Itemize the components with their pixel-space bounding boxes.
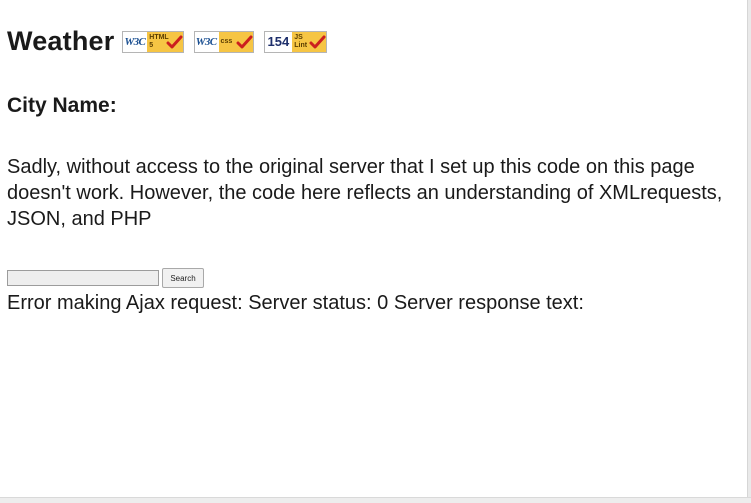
city-name-heading: City Name: — [7, 94, 117, 117]
html5-validator-badge[interactable]: W3C HTML 5 — [122, 30, 184, 53]
jslint-logo: 154 — [264, 31, 293, 52]
window-bottom-border — [0, 497, 751, 503]
page-title: Weather — [7, 26, 115, 56]
header: Weather W3C HTML 5 W3C css 154 JS Lint — [7, 24, 337, 58]
weather-page: Weather W3C HTML 5 W3C css 154 JS Lint C… — [0, 0, 747, 497]
checkmark-icon — [236, 35, 253, 48]
w3c-logo: W3C — [194, 31, 219, 52]
search-button[interactable]: Search — [162, 268, 204, 288]
css-validator-badge[interactable]: W3C css — [193, 30, 254, 53]
server-note: Sadly, without access to the original se… — [7, 156, 723, 230]
badge-tag-line: JS — [294, 33, 303, 41]
badge-tag-line: css — [220, 37, 233, 45]
city-search-input[interactable] — [7, 270, 159, 286]
checkmark-icon — [309, 35, 326, 48]
window-right-border — [747, 0, 751, 503]
search-form: Search — [7, 268, 204, 288]
badge-tag-line: Lint — [294, 41, 308, 49]
w3c-logo: W3C — [123, 31, 148, 52]
checkmark-icon — [166, 35, 183, 48]
jslint-badge[interactable]: 154 JS Lint — [263, 30, 328, 53]
ajax-error-message: Error making Ajax request: Server status… — [7, 292, 584, 314]
